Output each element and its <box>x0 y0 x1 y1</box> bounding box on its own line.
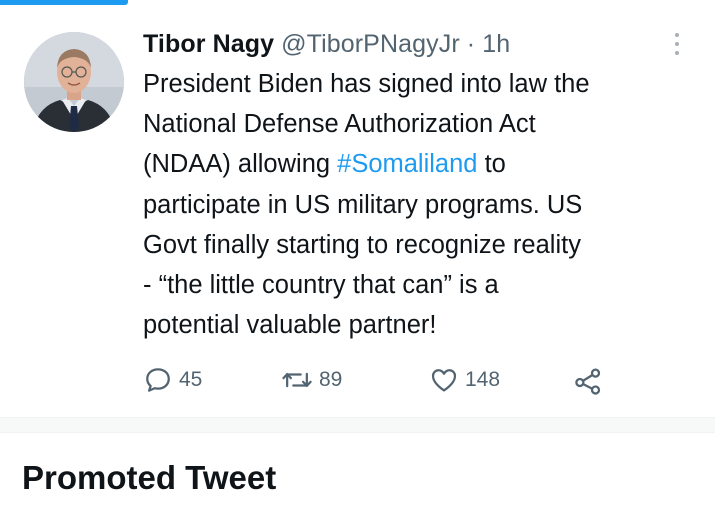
tweet-timestamp[interactable]: 1h <box>482 30 510 58</box>
like-button[interactable]: 148 <box>429 360 500 400</box>
like-icon <box>431 369 457 392</box>
tweet-header: Tibor Nagy @TiborPNagyJr · 1h <box>143 29 510 59</box>
promoted-tweet-heading: Promoted Tweet <box>22 459 277 496</box>
tweet-text-line: participate in US military programs. US <box>143 190 583 219</box>
tweet-text-line: - “the little country that can” is a <box>143 271 499 300</box>
divider <box>0 432 715 433</box>
tweet-text: President Biden has signed into law the … <box>143 64 703 345</box>
like-count: 148 <box>465 368 501 391</box>
tweet-text-line: President Biden has signed into law the <box>143 70 590 98</box>
retweet-count: 89 <box>319 368 343 391</box>
tweet-text-line: National Defense Authorization Act <box>143 110 536 139</box>
retweet-button[interactable]: 89 <box>281 360 342 400</box>
reply-button[interactable]: 45 <box>143 360 202 400</box>
avatar[interactable] <box>24 32 124 132</box>
tweet-text-fragment: to <box>477 150 506 179</box>
separator-dot: · <box>466 30 476 58</box>
avatar-photo <box>24 32 124 132</box>
tweet-actions: 45 89 148 <box>143 360 683 400</box>
more-dots-icon[interactable] <box>667 30 687 58</box>
reply-count: 45 <box>179 368 203 391</box>
retweet-icon <box>282 372 312 388</box>
author-handle[interactable]: @TiborPNagyJr <box>281 30 460 58</box>
tweet-text-fragment: (NDAA) allowing <box>143 150 338 179</box>
tweet-card[interactable]: Tibor Nagy @TiborPNagyJr · 1h President … <box>0 0 715 418</box>
share-button[interactable] <box>573 360 603 400</box>
tweet-text-line: Govt finally starting to recognize reali… <box>143 230 581 259</box>
tweet-text-line: potential valuable partner! <box>143 311 437 340</box>
author-name[interactable]: Tibor Nagy <box>143 30 274 58</box>
share-icon <box>575 368 601 395</box>
tweet-text-line: (NDAA) allowing #Somaliland to <box>143 144 703 184</box>
hashtag-link[interactable]: #Somaliland <box>337 150 477 178</box>
section-gap <box>0 418 715 432</box>
reply-icon <box>146 368 170 392</box>
